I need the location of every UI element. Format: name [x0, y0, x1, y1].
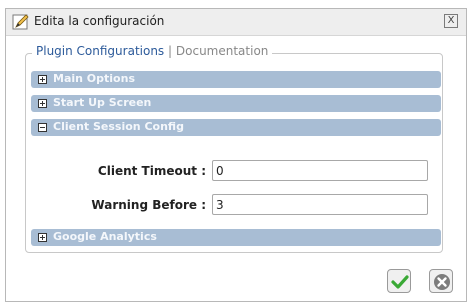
section-client-session-config[interactable]: Client Session Config [31, 119, 441, 136]
tab-documentation[interactable]: Documentation [176, 44, 269, 58]
section-label: Start Up Screen [53, 96, 152, 109]
section-label: Google Analytics [53, 230, 157, 243]
checkmark-icon [391, 275, 409, 289]
tab-separator: | [168, 44, 173, 58]
section-main-options[interactable]: Main Options [31, 71, 441, 88]
tab-bar: Plugin Configurations | Documentation [32, 44, 273, 58]
section-label: Main Options [53, 72, 135, 85]
collapse-icon [38, 123, 47, 132]
tab-plugin-configurations[interactable]: Plugin Configurations [36, 44, 164, 58]
expand-icon [38, 75, 47, 84]
close-icon[interactable]: X [444, 14, 458, 28]
client-timeout-input[interactable] [212, 160, 428, 181]
expand-icon [38, 99, 47, 108]
client-timeout-label: Client Timeout : [97, 164, 206, 178]
section-google-analytics[interactable]: Google Analytics [31, 229, 441, 246]
edit-pencil-icon [12, 13, 30, 31]
warning-before-label: Warning Before : [91, 198, 206, 212]
warning-before-input[interactable] [212, 194, 428, 215]
cancel-icon [434, 274, 450, 290]
section-label: Client Session Config [53, 120, 184, 133]
section-start-up-screen[interactable]: Start Up Screen [31, 95, 441, 112]
confirm-button[interactable] [387, 269, 411, 293]
dialog-title: Edita la configuración [34, 14, 165, 28]
dialog-titlebar: Edita la configuración X [6, 9, 466, 36]
expand-icon [38, 233, 47, 242]
cancel-button[interactable] [429, 269, 453, 293]
